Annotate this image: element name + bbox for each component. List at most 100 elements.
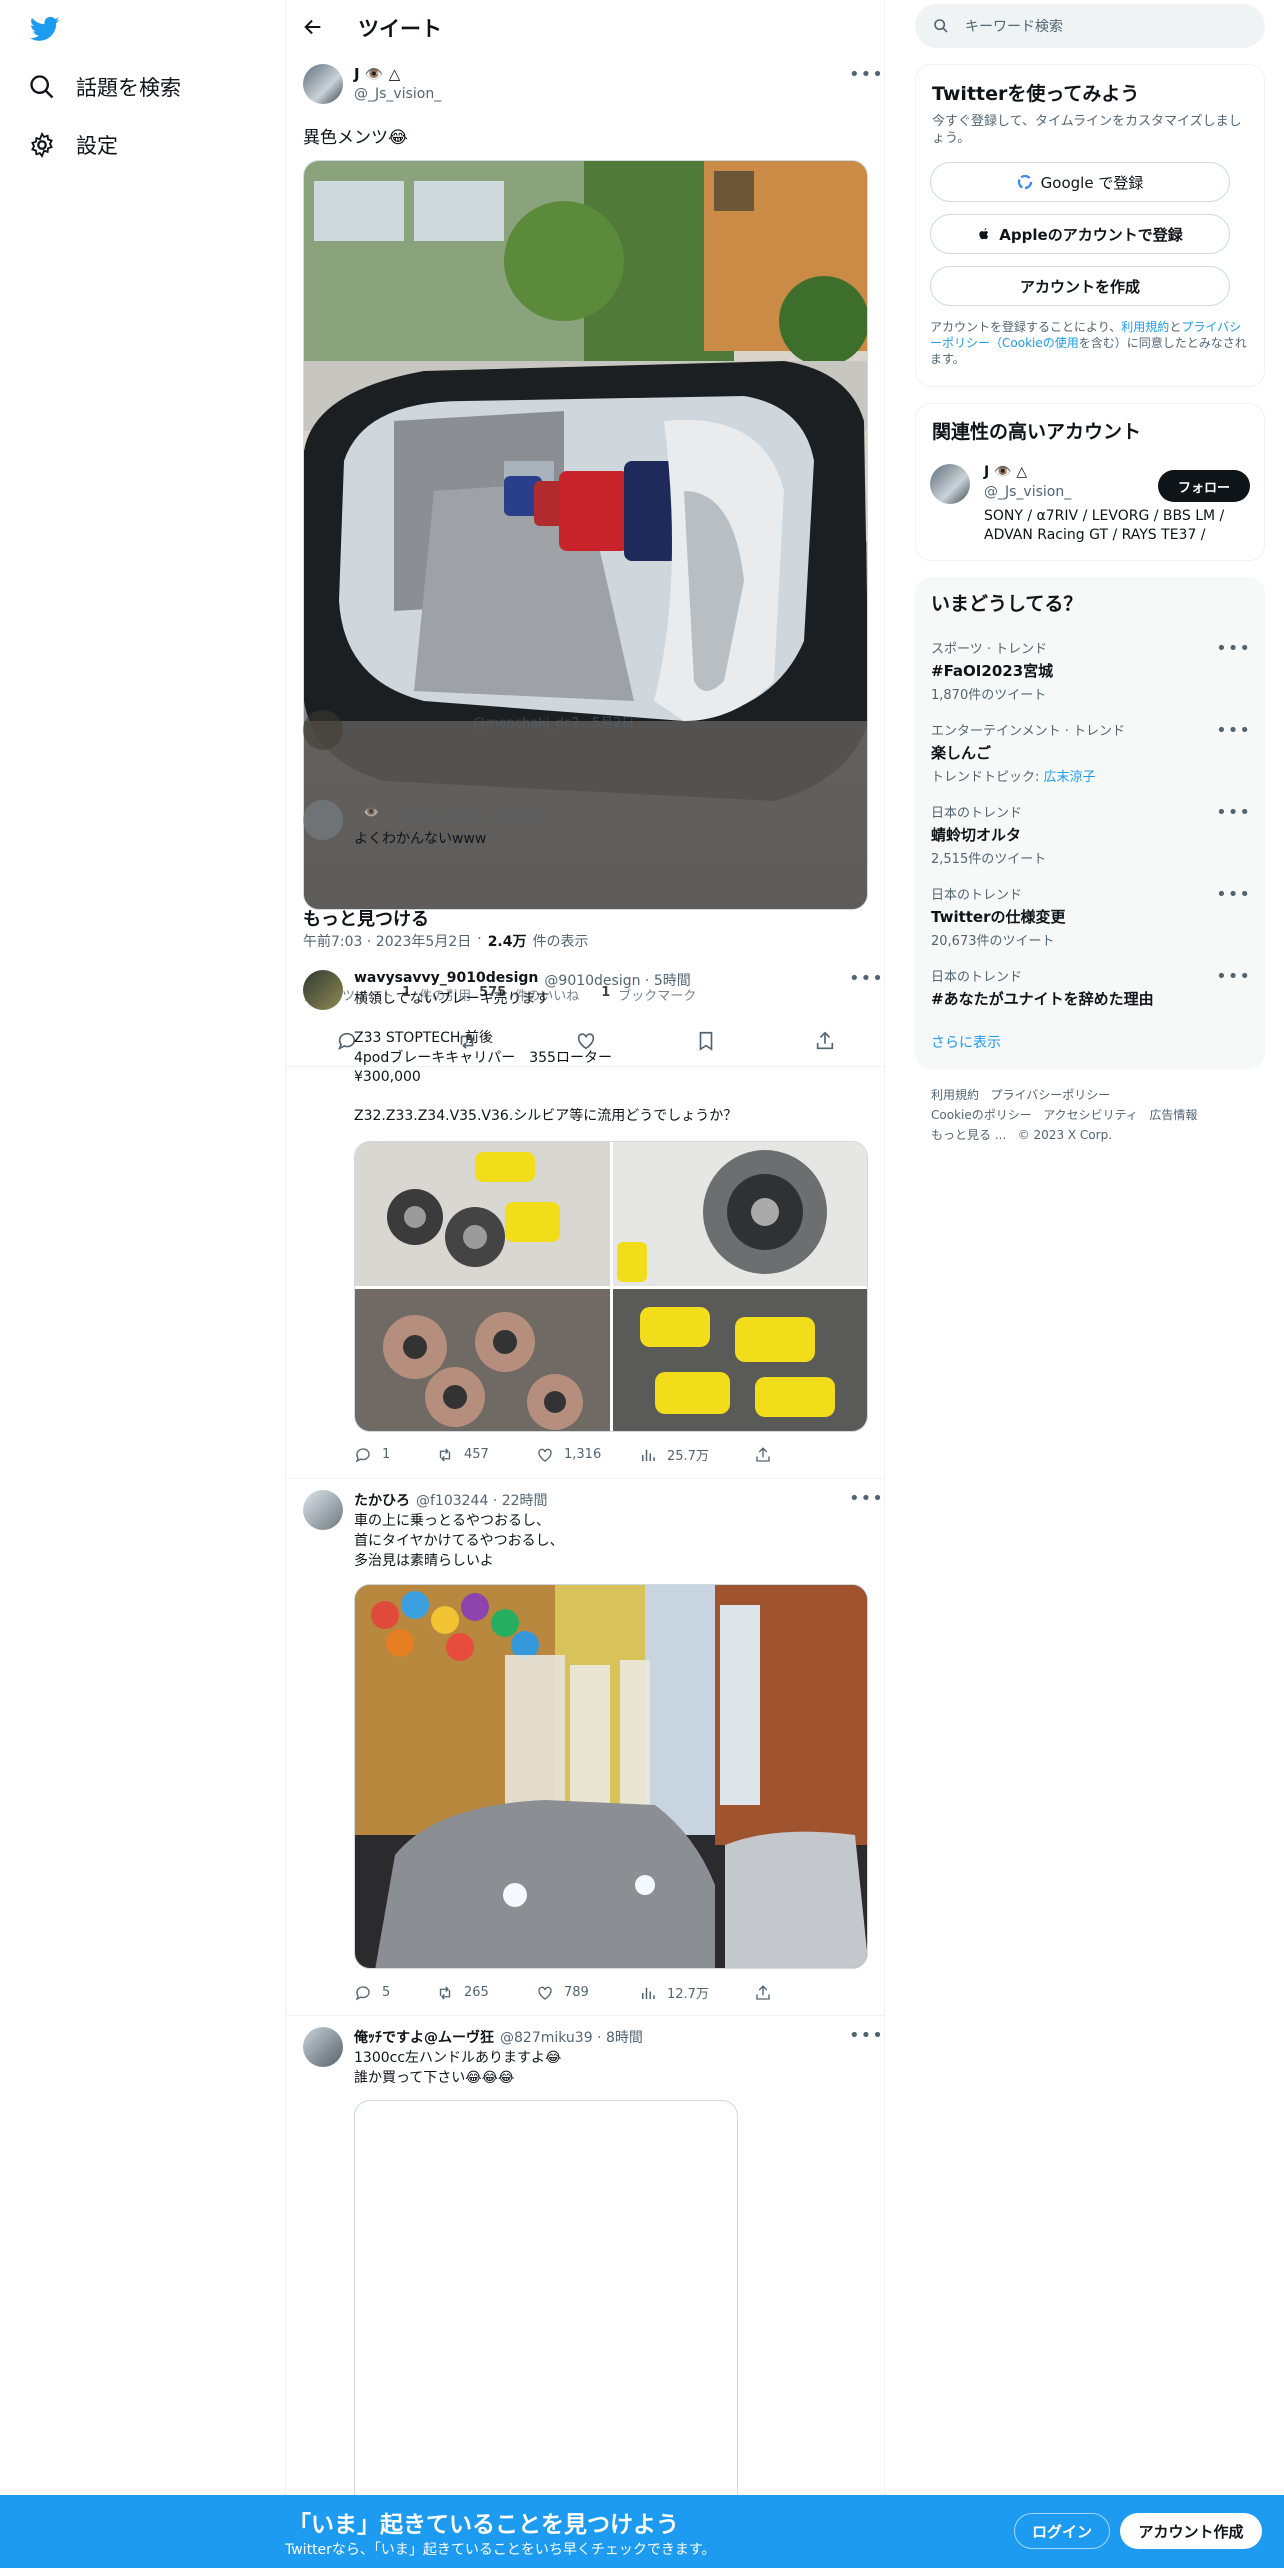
avatar[interactable]: [303, 64, 343, 104]
trends-panel: いまどうしてる？ スポーツ · トレンド #FaOI2023宮城 1,870件の…: [915, 577, 1265, 1069]
more-options-icon[interactable]: •••: [849, 1488, 884, 1509]
trend-item[interactable]: 日本のトレンド 蜻蛉切オルタ 2,515件のツイート •••: [931, 802, 1251, 867]
avatar[interactable]: [303, 970, 343, 1010]
author-handle[interactable]: @_Js_vision_: [354, 86, 441, 102]
footer-link[interactable]: 広告情報: [1149, 1108, 1197, 1122]
like-action[interactable]: 1,316: [536, 1446, 639, 1464]
page-title: ツイート: [358, 17, 442, 41]
terms-link[interactable]: 利用規約: [1121, 320, 1169, 334]
related-bio: SONY / α7RIV / LEVORG / BBS LM / ADVAN R…: [984, 508, 1225, 543]
feed-1-header: wavysavvy_9010design @9010design · 5時間: [354, 970, 691, 990]
avatar[interactable]: [303, 2027, 343, 2067]
show-more-link[interactable]: さらに表示: [931, 1032, 1001, 1052]
apple-icon: [979, 228, 989, 240]
retweet-action[interactable]: 457: [436, 1446, 536, 1464]
reply-action[interactable]: 5: [354, 1984, 436, 2002]
login-button[interactable]: ログイン: [1014, 2513, 1110, 2549]
text-line: 1300cc左ハンドルありますよ😂: [354, 2050, 562, 2066]
more-options-icon[interactable]: •••: [1216, 802, 1251, 823]
search-icon: [30, 75, 54, 99]
more-options-icon[interactable]: •••: [1216, 638, 1251, 659]
text-line: 多治見は素晴らしいよ: [354, 1553, 494, 1569]
trend-item[interactable]: 日本のトレンド #あなたがユナイトを辞めた理由 •••: [931, 966, 1251, 1009]
views-action[interactable]: 25.7万: [639, 1445, 754, 1464]
search-box[interactable]: キーワード検索: [915, 4, 1265, 48]
left-nav: 話題を検索 設定: [0, 0, 285, 2568]
views-count: 2.4万: [487, 934, 527, 950]
feed-1-handle[interactable]: @9010design · 5時間: [544, 970, 690, 990]
trend-topic-link[interactable]: 広末涼子: [1044, 770, 1096, 785]
back-arrow-icon[interactable]: [302, 16, 324, 38]
feed-2-actions: 5 265 789 12.7万: [354, 1983, 854, 2002]
signup-button[interactable]: アカウント作成: [1120, 2513, 1262, 2549]
feed-3-text: 1300cc左ハンドルありますよ😂 誰か買って下さい😂😂😂: [354, 2048, 561, 2088]
divider: [286, 2015, 884, 2016]
avatar[interactable]: [303, 1490, 343, 1530]
feed-2-photo[interactable]: [354, 1584, 868, 1969]
feed-1-name[interactable]: wavysavvy_9010design: [354, 970, 538, 990]
feed-2-handle[interactable]: @f103244 · 22時間: [416, 1490, 548, 1510]
related-name[interactable]: J 👁️ △: [984, 464, 1027, 480]
retweet-icon: [439, 1448, 451, 1461]
footer-link[interactable]: もっと見る ...: [931, 1128, 1006, 1142]
feed-3-handle[interactable]: @827miku39 · 8時間: [500, 2027, 643, 2047]
nav-explore[interactable]: 話題を検索: [28, 72, 181, 102]
feed-2-name[interactable]: たかひろ: [354, 1490, 410, 1510]
analytics-icon: [642, 1987, 655, 1999]
bottom-signup-bar: 「いま」起きていることを見つけよう Twitterなら、「いま」起きていることを…: [0, 2495, 1284, 2568]
reply-action[interactable]: 1: [354, 1446, 436, 1464]
trends-title: いまどうしてる？: [931, 593, 1083, 615]
text-line: 4podブレーキキャリパー 355ローター: [354, 1049, 612, 1066]
search-input[interactable]: キーワード検索: [965, 16, 1063, 36]
feed-3-header: 俺ｯﾁですよ@ムーヴ狂 @827miku39 · 8時間: [354, 2027, 643, 2047]
signup-title: Twitterを使ってみよう: [932, 83, 1140, 105]
more-options-icon[interactable]: •••: [849, 2025, 884, 2046]
more-options-icon[interactable]: •••: [849, 64, 884, 85]
twitter-logo-icon[interactable]: [28, 14, 62, 44]
nav-settings[interactable]: 設定: [28, 130, 118, 160]
like-action[interactable]: 789: [536, 1984, 639, 2002]
related-handle[interactable]: @_Js_vision_: [984, 484, 1071, 500]
footer-link[interactable]: 利用規約: [931, 1088, 979, 1102]
google-signup-button[interactable]: Google で登録: [930, 162, 1230, 202]
more-options-icon[interactable]: •••: [849, 968, 884, 989]
related-accounts-panel: 関連性の高いアカウント J 👁️ △ @_Js_vision_ フォロー SON…: [915, 403, 1265, 561]
author-name[interactable]: J 👁️ △: [354, 65, 400, 83]
feed-1-actions: 1 457 1,316 25.7万: [354, 1445, 854, 1464]
footer-link[interactable]: Cookieのポリシー: [931, 1108, 1032, 1122]
retweet-action[interactable]: 265: [436, 1984, 536, 2002]
more-options-icon[interactable]: •••: [1216, 966, 1251, 987]
footer-link[interactable]: プライバシーポリシー: [990, 1088, 1110, 1102]
feed-1-photo-grid[interactable]: [354, 1141, 868, 1432]
share-icon[interactable]: [754, 1446, 772, 1464]
text-line: 車の上に乗っとるやつおるし、: [354, 1513, 550, 1529]
more-options-icon[interactable]: •••: [1216, 884, 1251, 905]
avatar: [303, 710, 343, 750]
share-icon[interactable]: [814, 1030, 836, 1052]
text-line: 横領してないブレーキ売ります: [354, 991, 550, 1007]
views-action[interactable]: 12.7万: [639, 1983, 754, 2002]
reply2-text: よくわかんないwww: [354, 831, 487, 847]
nav-explore-label: 話題を検索: [76, 76, 181, 100]
trend-item[interactable]: 日本のトレンド Twitterの仕様変更 20,673件のツイート •••: [931, 884, 1251, 949]
more-options-icon[interactable]: •••: [1216, 720, 1251, 741]
gear-icon: [31, 131, 53, 159]
share-icon[interactable]: [754, 1984, 772, 2002]
tweet-text: 異色メンツ😂: [303, 128, 408, 148]
text-line: Z32.Z33.Z34.V35.V36.シルビア等に流用どうでしょうか？: [354, 1108, 738, 1124]
text-line: Z33 STOPTECH 前後: [354, 1030, 493, 1046]
search-icon: [934, 19, 948, 33]
brake-photos: [355, 1142, 867, 1431]
reply2-name: 👁️: [363, 805, 380, 820]
avatar[interactable]: [930, 464, 970, 504]
feed-3-name[interactable]: 俺ｯﾁですよ@ムーヴ狂: [354, 2027, 494, 2047]
follow-button[interactable]: フォロー: [1158, 470, 1250, 502]
feed-3-media-placeholder[interactable]: [354, 2100, 738, 2520]
apple-signup-button[interactable]: Appleのアカウントで登録: [930, 214, 1230, 254]
tweet-time[interactable]: 午前7:03 · 2023年5月2日: [303, 931, 471, 951]
street-night-photo: [355, 1585, 867, 1968]
trend-item[interactable]: エンターテインメント · トレンド 楽しんご トレンドトピック: 広末涼子 ••…: [931, 720, 1251, 785]
create-account-button[interactable]: アカウントを作成: [930, 266, 1230, 306]
footer-link[interactable]: アクセシビリティ: [1043, 1108, 1138, 1122]
trend-item[interactable]: スポーツ · トレンド #FaOI2023宮城 1,870件のツイート •••: [931, 638, 1251, 703]
